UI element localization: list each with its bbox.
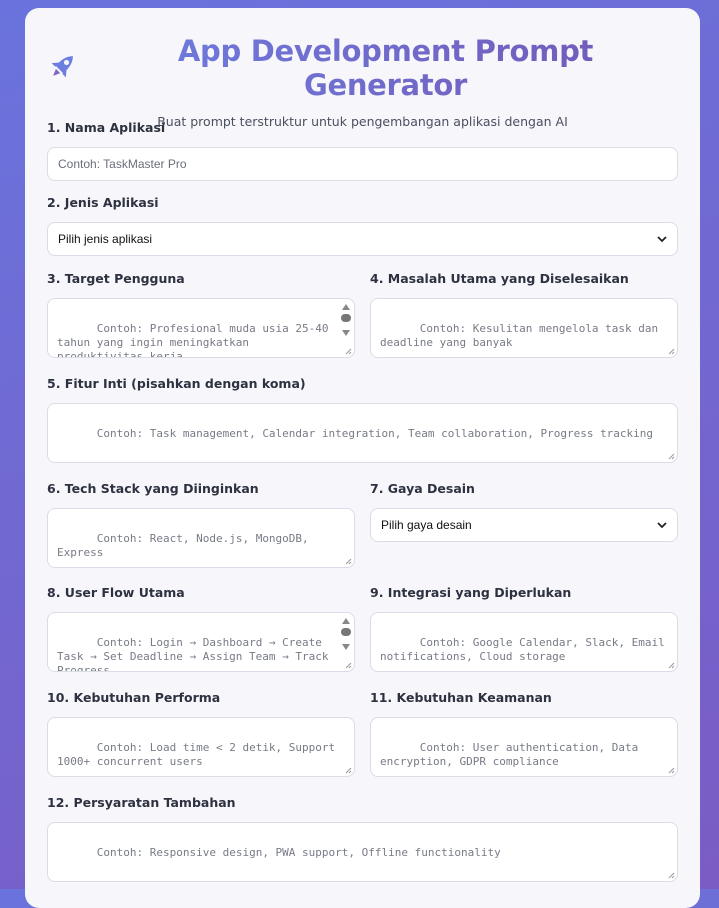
tech-stack-label: 6. Tech Stack yang Diinginkan (47, 481, 259, 496)
resize-handle-icon[interactable] (344, 347, 352, 355)
resize-handle-icon[interactable] (667, 661, 675, 669)
performance-label: 10. Kebutuhan Performa (47, 690, 221, 705)
main-problem-textarea[interactable]: Contoh: Kesulitan mengelola task dan dea… (370, 298, 678, 358)
field-security: 11. Kebutuhan Keamanan Contoh: User auth… (370, 690, 678, 777)
extra-textarea[interactable]: Contoh: Responsive design, PWA support, … (47, 822, 678, 882)
user-flow-label: 8. User Flow Utama (47, 585, 185, 600)
header: App Development Prompt Generator Buat pr… (47, 8, 678, 129)
page-title: App Development Prompt Generator (93, 34, 678, 102)
field-app-name: 1. Nama Aplikasi Contoh: TaskMaster Pro (47, 120, 678, 181)
field-performance: 10. Kebutuhan Performa Contoh: Load time… (47, 690, 355, 777)
field-user-flow: 8. User Flow Utama Contoh: Login → Dashb… (47, 585, 355, 672)
resize-handle-icon[interactable] (344, 557, 352, 565)
form-card: App Development Prompt Generator Buat pr… (25, 8, 700, 908)
resize-handle-icon[interactable] (344, 661, 352, 669)
app-type-label: 2. Jenis Aplikasi (47, 195, 159, 210)
app-name-label: 1. Nama Aplikasi (47, 120, 166, 135)
security-textarea[interactable]: Contoh: User authentication, Data encryp… (370, 717, 678, 777)
target-users-label: 3. Target Pengguna (47, 271, 185, 286)
app-type-select[interactable]: Pilih jenis aplikasi (47, 222, 678, 256)
tech-stack-placeholder: Contoh: React, Node.js, MongoDB, Express (57, 532, 316, 559)
field-extra: 12. Persyaratan Tambahan Contoh: Respons… (47, 795, 678, 882)
target-users-placeholder: Contoh: Profesional muda usia 25-40 tahu… (57, 322, 336, 358)
security-label: 11. Kebutuhan Keamanan (370, 690, 552, 705)
field-core-features: 5. Fitur Inti (pisahkan dengan koma) Con… (47, 376, 678, 463)
user-flow-placeholder: Contoh: Login → Dashboard → Create Task … (57, 636, 336, 672)
resize-handle-icon[interactable] (667, 871, 675, 879)
performance-textarea[interactable]: Contoh: Load time < 2 detik, Support 100… (47, 717, 355, 777)
field-design-style: 7. Gaya Desain Pilih gaya desain (370, 481, 678, 542)
performance-placeholder: Contoh: Load time < 2 detik, Support 100… (57, 741, 342, 768)
design-style-label: 7. Gaya Desain (370, 481, 475, 496)
security-placeholder: Contoh: User authentication, Data encryp… (380, 741, 645, 768)
app-name-input[interactable]: Contoh: TaskMaster Pro (47, 147, 678, 181)
chevron-down-icon (657, 521, 667, 528)
main-problem-label: 4. Masalah Utama yang Diselesaikan (370, 271, 629, 286)
main-problem-placeholder: Contoh: Kesulitan mengelola task dan dea… (380, 322, 665, 349)
chevron-down-icon (657, 235, 667, 242)
extra-placeholder: Contoh: Responsive design, PWA support, … (96, 846, 501, 859)
user-flow-textarea[interactable]: Contoh: Login → Dashboard → Create Task … (47, 612, 355, 672)
core-features-placeholder: Contoh: Task management, Calendar integr… (96, 427, 654, 440)
core-features-textarea[interactable]: Contoh: Task management, Calendar integr… (47, 403, 678, 463)
tech-stack-textarea[interactable]: Contoh: React, Node.js, MongoDB, Express (47, 508, 355, 568)
resize-handle-icon[interactable] (667, 347, 675, 355)
app-type-selected: Pilih jenis aplikasi (58, 232, 153, 246)
title-row: App Development Prompt Generator (47, 34, 678, 102)
field-target-users: 3. Target Pengguna Contoh: Profesional m… (47, 271, 355, 358)
design-style-select[interactable]: Pilih gaya desain (370, 508, 678, 542)
field-tech-stack: 6. Tech Stack yang Diinginkan Contoh: Re… (47, 481, 355, 568)
integrations-label: 9. Integrasi yang Diperlukan (370, 585, 572, 600)
resize-handle-icon[interactable] (667, 452, 675, 460)
integrations-placeholder: Contoh: Google Calendar, Slack, Email no… (380, 636, 672, 663)
field-integrations: 9. Integrasi yang Diperlukan Contoh: Goo… (370, 585, 678, 672)
integrations-textarea[interactable]: Contoh: Google Calendar, Slack, Email no… (370, 612, 678, 672)
resize-handle-icon[interactable] (667, 766, 675, 774)
field-main-problem: 4. Masalah Utama yang Diselesaikan Conto… (370, 271, 678, 358)
core-features-label: 5. Fitur Inti (pisahkan dengan koma) (47, 376, 306, 391)
extra-label: 12. Persyaratan Tambahan (47, 795, 236, 810)
field-app-type: 2. Jenis Aplikasi Pilih jenis aplikasi (47, 195, 678, 256)
target-users-textarea[interactable]: Contoh: Profesional muda usia 25-40 tahu… (47, 298, 355, 358)
rocket-icon (47, 50, 79, 86)
resize-handle-icon[interactable] (344, 766, 352, 774)
design-style-selected: Pilih gaya desain (381, 518, 472, 532)
